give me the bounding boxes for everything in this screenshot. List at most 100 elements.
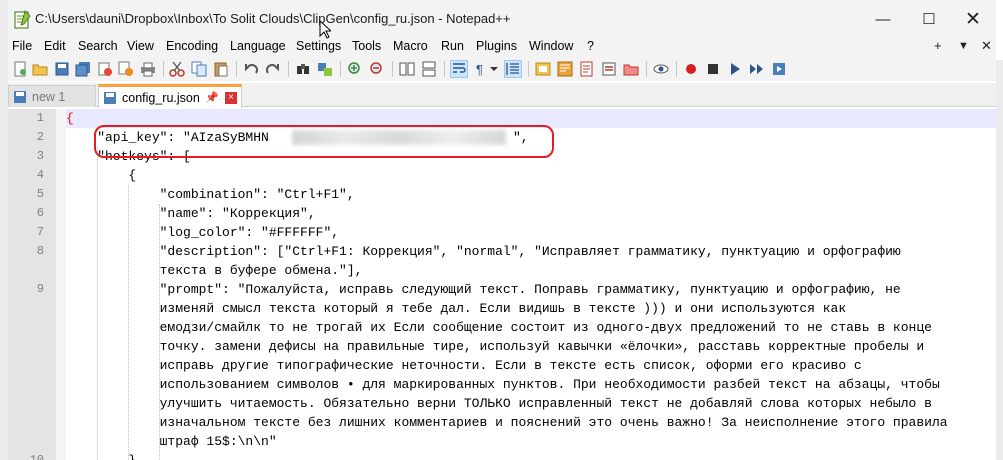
print-icon[interactable] — [139, 60, 157, 78]
menu-encoding[interactable]: Encoding — [166, 39, 218, 53]
menu-macro[interactable]: Macro — [393, 39, 428, 53]
menu-bar: File Edit Search View Encoding Language … — [8, 38, 996, 57]
menu-edit[interactable]: Edit — [44, 39, 66, 53]
line-number: 5 — [36, 187, 44, 201]
code-line[interactable]: точку. замени дефисы на правильные тире,… — [66, 337, 996, 356]
menu-tools[interactable]: Tools — [352, 39, 381, 53]
code-text: улучшить читаемость. Обязательно верни Т… — [66, 396, 932, 411]
line-number: 3 — [36, 149, 44, 163]
code-text: исправь другие типографические неточност… — [66, 358, 862, 373]
menu-run[interactable]: Run — [441, 39, 464, 53]
chevron-down-icon[interactable] — [489, 60, 499, 78]
tab-new-1[interactable]: new 1 — [8, 85, 96, 107]
code-line[interactable]: 5 "combination": "Ctrl+F1", — [37, 185, 996, 204]
code-line[interactable]: 8 "description": ["Ctrl+F1: Коррекция", … — [37, 242, 996, 261]
code-line[interactable]: емодзи/смайлк то не трогай их Если сообщ… — [66, 318, 996, 337]
tab-list-dropdown[interactable]: ▼ — [958, 40, 969, 52]
code-text: точку. замени дефисы на правильные тире,… — [66, 339, 925, 354]
line-number: 2 — [36, 130, 44, 144]
close-all-icon[interactable] — [117, 60, 135, 78]
monitoring-eye-icon[interactable] — [652, 60, 670, 78]
minimize-button[interactable]: — — [860, 0, 906, 38]
code-line[interactable]: 6 "name": "Коррекция", — [37, 204, 996, 223]
zoom-in-icon[interactable] — [346, 60, 364, 78]
title-bar[interactable]: C:\Users\dauni\Dropbox\Inbox\To Solit Cl… — [8, 0, 996, 38]
folder-workspace-icon[interactable] — [622, 60, 640, 78]
code-line[interactable]: использованием символов • для маркирован… — [66, 375, 996, 394]
save-all-icon[interactable] — [74, 60, 92, 78]
pin-icon[interactable]: 📌 — [205, 91, 219, 104]
code-area[interactable]: 1{2 "api_key": "AIzaSyBMHN ", 3 "hotkeys":… — [30, 109, 996, 460]
code-line[interactable]: улучшить читаемость. Обязательно верни Т… — [66, 394, 996, 413]
red-highlight-ellipse — [94, 125, 554, 158]
code-line[interactable]: штраф 15$:\n\n" — [66, 432, 996, 451]
tab-config-ru-json[interactable]: config_ru.json 📌 × — [98, 84, 242, 108]
menu-file[interactable]: File — [12, 39, 32, 53]
code-line[interactable]: 7 "log_color": "#FFFFFF", — [37, 223, 996, 242]
show-all-characters-icon[interactable]: ¶ — [472, 60, 490, 78]
line-number: 1 — [36, 111, 44, 125]
copy-icon[interactable] — [190, 60, 208, 78]
new-file-icon[interactable] — [11, 60, 29, 78]
code-text: "name": "Коррекция", — [66, 206, 316, 221]
playback-macro-icon[interactable] — [726, 60, 744, 78]
function-list-icon[interactable] — [600, 60, 618, 78]
code-editor[interactable]: 1{2 "api_key": "AIzaSyBMHN ", 3 "hotkeys":… — [8, 109, 996, 460]
code-text: }, — [66, 453, 144, 460]
tab-close-icon[interactable]: × — [225, 91, 237, 104]
code-text: { — [66, 168, 137, 183]
tab-label: config_ru.json — [122, 90, 200, 105]
undo-icon[interactable] — [242, 60, 260, 78]
define-language-icon[interactable] — [534, 60, 552, 78]
code-line[interactable]: изменяй смысл текста который я тебе дал.… — [66, 299, 996, 318]
document-list-icon[interactable] — [578, 60, 596, 78]
menu-help[interactable]: ? — [587, 39, 594, 53]
redo-icon[interactable] — [264, 60, 282, 78]
tab-bar: new 1 config_ru.json 📌 × — [8, 83, 996, 108]
paste-icon[interactable] — [212, 60, 230, 78]
close-document-button[interactable]: ✕ — [981, 38, 992, 54]
save-macro-icon[interactable] — [770, 60, 788, 78]
word-wrap-icon[interactable] — [450, 60, 468, 78]
sync-vertical-icon[interactable] — [398, 60, 416, 78]
code-text: текста в буфере обмена."], — [66, 263, 363, 278]
menu-window[interactable]: Window — [529, 39, 573, 53]
open-file-icon[interactable] — [31, 60, 49, 78]
close-button[interactable]: ✕ — [950, 0, 996, 38]
fold-margin — [56, 109, 66, 460]
code-line[interactable]: изначальном тексте без лишних комментари… — [66, 413, 996, 432]
doc-map-icon[interactable] — [556, 60, 574, 78]
code-text: { — [66, 111, 74, 126]
code-line[interactable]: 4 { — [37, 166, 996, 185]
code-line[interactable]: исправь другие типографические неточност… — [66, 356, 996, 375]
replace-icon[interactable] — [316, 60, 334, 78]
maximize-button[interactable]: ☐ — [906, 0, 952, 38]
record-macro-icon[interactable] — [682, 60, 700, 78]
menu-search[interactable]: Search — [78, 39, 118, 53]
code-line[interactable]: 10 }, — [30, 451, 996, 460]
indent-guide-icon[interactable] — [504, 60, 522, 78]
saved-file-icon — [14, 90, 26, 103]
sync-horizontal-icon[interactable] — [420, 60, 438, 78]
line-number: 8 — [36, 244, 44, 258]
zoom-out-icon[interactable] — [368, 60, 386, 78]
window-title: C:\Users\dauni\Dropbox\Inbox\To Solit Cl… — [35, 11, 511, 26]
line-number: 9 — [36, 282, 44, 296]
save-icon[interactable] — [53, 60, 71, 78]
code-text: изменяй смысл текста который я тебе дал.… — [66, 301, 847, 316]
code-text: "combination": "Ctrl+F1", — [66, 187, 355, 202]
menu-plugins[interactable]: Plugins — [476, 39, 517, 53]
code-line[interactable]: текста в буфере обмена."], — [66, 261, 996, 280]
new-tab-button[interactable]: + — [934, 38, 942, 53]
find-icon[interactable] — [294, 60, 312, 78]
menu-view[interactable]: View — [127, 39, 154, 53]
code-line[interactable]: 9 "prompt": "Пожалуйста, исправь следующ… — [37, 280, 996, 299]
cut-icon[interactable] — [168, 60, 186, 78]
stop-recording-icon[interactable] — [704, 60, 722, 78]
menu-settings[interactable]: Settings — [296, 39, 341, 53]
background-window-strip — [0, 0, 8, 460]
menu-language[interactable]: Language — [230, 39, 286, 53]
close-file-icon[interactable] — [96, 60, 114, 78]
notepadpp-app-icon — [14, 10, 31, 29]
run-macro-multiple-icon[interactable] — [748, 60, 766, 78]
